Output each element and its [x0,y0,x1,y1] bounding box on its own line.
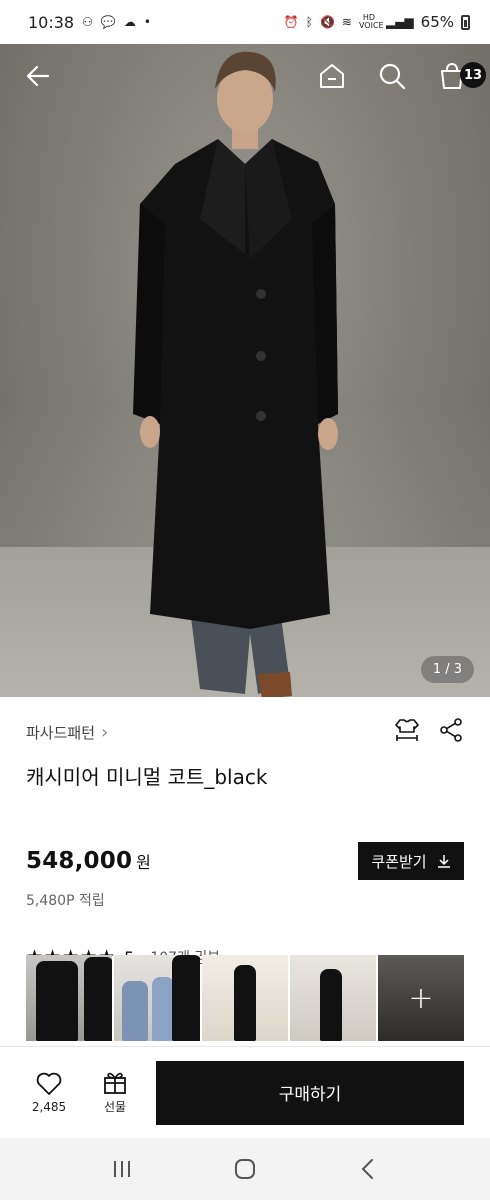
status-bar: 10:38 ⚇ 💬 ☁ • ⏰ ᛒ 🔇 ≋ HD VOICE ▂▄▆ 65% [0,0,490,44]
search-icon [379,63,406,90]
review-thumbnail-1[interactable] [26,955,112,1041]
brand-link[interactable]: 파사드패턴 › [26,722,108,743]
alarm-icon: ⏰ [283,15,299,29]
wifi-icon: ≋ [341,15,352,29]
product-info: 파사드패턴 › 캐시미어 미니멀 코트_black 548,000 원 쿠폰받기… [0,697,490,968]
mute-icon: 🔇 [319,15,335,29]
image-page-indicator: 1 / 3 [420,656,474,683]
product-image-carousel[interactable]: 13 1 / 3 [0,44,490,697]
home-circle-icon [234,1159,255,1179]
back-chevron-icon [361,1159,374,1179]
bottom-action-bar: 2,485 선물 구매하기 [0,1046,490,1138]
dot-icon: • [143,15,151,29]
back-arrow-icon [26,65,50,87]
share-icon [440,718,462,742]
home-button[interactable] [314,58,350,94]
coupon-download-button[interactable]: 쿠폰받기 [358,842,464,880]
share-button[interactable] [438,717,464,747]
cloud-icon: ☁ [123,15,136,29]
coupon-label: 쿠폰받기 [371,852,427,871]
review-thumbnail-2[interactable] [114,955,200,1041]
battery-icon [461,14,470,30]
home-nav-button[interactable] [225,1149,265,1189]
home-icon [320,64,344,88]
signal-icon: ▂▄▆ [385,15,414,29]
hd-voice-label: HD VOICE [358,13,384,30]
cart-count-badge: 13 [460,62,486,88]
search-button[interactable] [374,58,410,94]
hero-top-nav: 13 [0,44,490,108]
status-time: 10:38 [28,12,75,32]
gift-button[interactable]: 선물 [92,1070,138,1115]
notification-icon: ⚇ [82,15,93,29]
like-count: 2,485 [31,1099,67,1114]
product-title: 캐시미어 미니멀 코트_black [26,765,268,789]
buy-label: 구매하기 [278,1085,342,1105]
chevron-right-icon: › [101,721,109,743]
gift-label: 선물 [103,1100,127,1114]
like-button[interactable]: 2,485 [26,1072,72,1114]
system-navigation-bar [0,1138,490,1200]
brand-name: 파사드패턴 [26,723,96,742]
recent-apps-button[interactable] [102,1149,142,1189]
review-thumbnail-3[interactable] [202,955,288,1041]
talk-icon: 💬 [100,15,116,29]
cart-button[interactable]: 13 [434,58,486,94]
review-thumbnail-more[interactable]: + [378,955,464,1041]
price-unit: 원 [136,853,151,872]
size-guide-icon [395,719,419,741]
recent-apps-icon [113,1161,130,1177]
size-guide-button[interactable] [394,717,420,747]
back-button[interactable] [20,58,56,94]
review-thumbnail-4[interactable] [290,955,376,1041]
plus-icon: + [408,980,434,1016]
review-thumbnails: + [26,955,464,1041]
gift-icon [104,1072,126,1094]
back-nav-button[interactable] [348,1149,388,1189]
bluetooth-icon: ᛒ [305,15,313,29]
reward-points: 5,480P 적립 [26,893,105,909]
download-icon [437,855,450,868]
battery-percent: 65% [420,13,454,31]
product-photo [133,51,338,697]
buy-button[interactable]: 구매하기 [156,1060,464,1125]
product-price: 548,000 [26,848,133,874]
heart-icon [36,1072,62,1095]
